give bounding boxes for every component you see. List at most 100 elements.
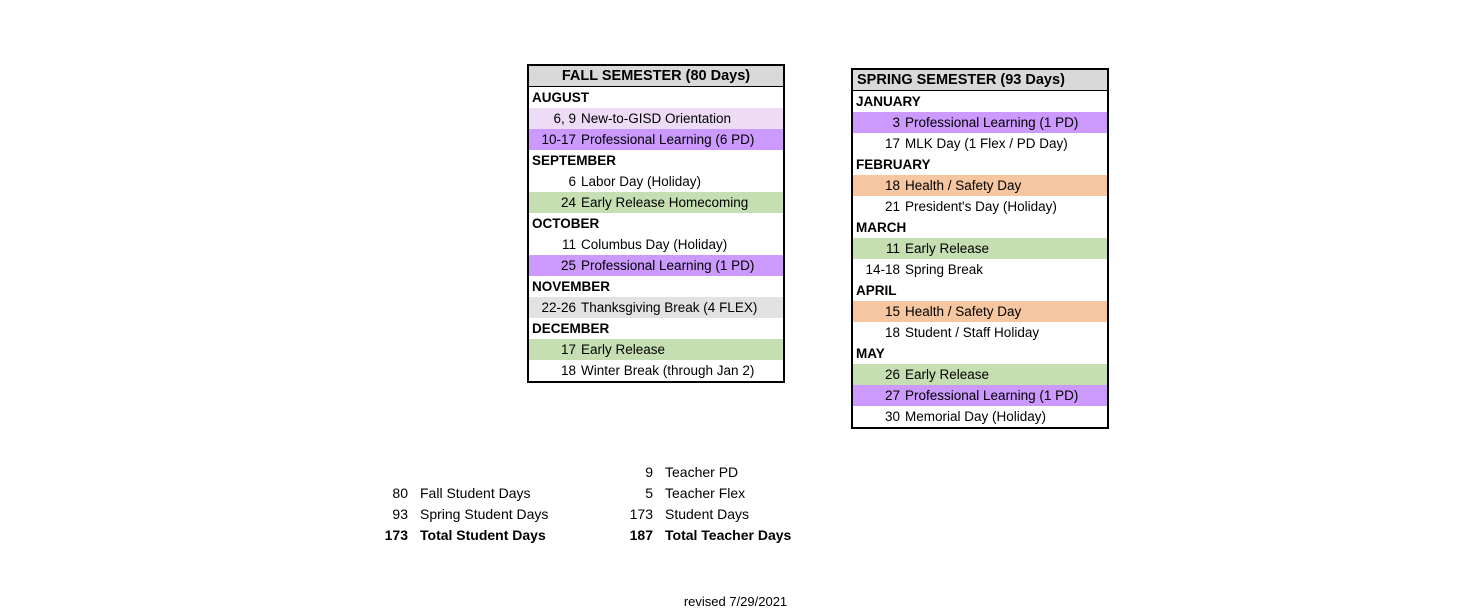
month-heading: JANUARY bbox=[853, 91, 1107, 112]
fall-semester-table: FALL SEMESTER (80 Days) AUGUST 6, 9 New-to… bbox=[527, 64, 785, 383]
summary-label: Total Teacher Days bbox=[665, 527, 792, 543]
calendar-event-row: 25 Professional Learning (1 PD) bbox=[529, 255, 783, 276]
calendar-event-row: 18 Winter Break (through Jan 2) bbox=[529, 360, 783, 381]
event-date: 6 bbox=[568, 174, 576, 189]
calendar-event-row: 18 Health / Safety Day bbox=[853, 175, 1107, 196]
summary-label: Total Student Days bbox=[420, 527, 546, 543]
event-date: 14-18 bbox=[865, 262, 900, 277]
calendar-event-row: 22-26 Thanksgiving Break (4 FLEX) bbox=[529, 297, 783, 318]
summary-label: Fall Student Days bbox=[420, 485, 531, 501]
event-date: 6, 9 bbox=[553, 111, 576, 126]
event-label: Early Release bbox=[581, 342, 666, 357]
event-date: 25 bbox=[560, 258, 576, 273]
summary-count: 173 bbox=[384, 527, 408, 543]
event-date: 17 bbox=[560, 342, 576, 357]
summary-row: 173 Total Student Days bbox=[380, 525, 580, 546]
spring-semester-table: SPRING SEMESTER (93 Days) JANUARY 3 Profes… bbox=[851, 68, 1109, 429]
calendar-event-row: 15 Health / Safety Day bbox=[853, 301, 1107, 322]
month-heading: NOVEMBER bbox=[529, 276, 783, 297]
month-heading: SEPTEMBER bbox=[529, 150, 783, 171]
summary-label: Student Days bbox=[665, 506, 750, 522]
event-date: 22-26 bbox=[541, 300, 576, 315]
calendar-event-row: 17 Early Release bbox=[529, 339, 783, 360]
calendar-event-row: 17 MLK Day (1 Flex / PD Day) bbox=[853, 133, 1107, 154]
summary-label: Spring Student Days bbox=[420, 506, 549, 522]
fall-semester-header: FALL SEMESTER (80 Days) bbox=[529, 66, 783, 87]
summary-label: Teacher Flex bbox=[665, 485, 746, 501]
summary-row: 5 Teacher Flex bbox=[625, 483, 830, 504]
event-date: 30 bbox=[884, 409, 900, 424]
month-heading: AUGUST bbox=[529, 87, 783, 108]
event-label: Professional Learning (6 PD) bbox=[581, 132, 755, 147]
event-label: Professional Learning (1 PD) bbox=[905, 115, 1079, 130]
fall-semester-rows: AUGUST 6, 9 New-to-GISD Orientation 10-17 Pr… bbox=[529, 87, 783, 381]
summary-count: 80 bbox=[392, 485, 408, 501]
calendar-event-row: 18 Student / Staff Holiday bbox=[853, 322, 1107, 343]
calendar-event-row: 6, 9 New-to-GISD Orientation bbox=[529, 108, 783, 129]
event-date: 18 bbox=[884, 325, 900, 340]
event-label: Professional Learning (1 PD) bbox=[905, 388, 1079, 403]
calendar-event-row: 14-18 Spring Break bbox=[853, 259, 1107, 280]
event-date: 18 bbox=[560, 363, 576, 378]
calendar-event-row: 10-17 Professional Learning (6 PD) bbox=[529, 129, 783, 150]
calendar-event-row: 30 Memorial Day (Holiday) bbox=[853, 406, 1107, 427]
summary-row: 173 Student Days bbox=[625, 504, 830, 525]
summary-count: 173 bbox=[629, 506, 653, 522]
summary-label: Teacher PD bbox=[665, 464, 739, 480]
calendar-event-row: 26 Early Release bbox=[853, 364, 1107, 385]
calendar-event-row: 11 Early Release bbox=[853, 238, 1107, 259]
event-label: Columbus Day (Holiday) bbox=[581, 237, 728, 252]
event-label: Early Release Homecoming bbox=[581, 195, 749, 210]
event-label: Winter Break (through Jan 2) bbox=[581, 363, 755, 378]
month-heading: APRIL bbox=[853, 280, 1107, 301]
event-date: 27 bbox=[884, 388, 900, 403]
calendar-event-row: 24 Early Release Homecoming bbox=[529, 192, 783, 213]
event-label: Health / Safety Day bbox=[905, 178, 1022, 193]
student-days-summary-column: 80 Fall Student Days 93 Spring Student Days… bbox=[380, 462, 580, 546]
event-label: Professional Learning (1 PD) bbox=[581, 258, 755, 273]
summary-row: 80 Fall Student Days bbox=[380, 483, 580, 504]
spring-semester-rows: JANUARY 3 Professional Learning (1 PD) 17 ML… bbox=[853, 91, 1107, 427]
summary-count: 93 bbox=[392, 506, 408, 522]
event-date: 18 bbox=[884, 178, 900, 193]
month-heading: FEBRUARY bbox=[853, 154, 1107, 175]
month-heading: MARCH bbox=[853, 217, 1107, 238]
calendar-event-row: 11 Columbus Day (Holiday) bbox=[529, 234, 783, 255]
event-date: 24 bbox=[560, 195, 576, 210]
event-date: 21 bbox=[884, 199, 900, 214]
event-date: 10-17 bbox=[541, 132, 576, 147]
month-heading: DECEMBER bbox=[529, 318, 783, 339]
event-label: Labor Day (Holiday) bbox=[581, 174, 702, 189]
teacher-days-summary-column: 9 Teacher PD 5 Teacher Flex 173 Student Days 1… bbox=[625, 462, 830, 546]
month-heading: OCTOBER bbox=[529, 213, 783, 234]
calendar-event-row: 6 Labor Day (Holiday) bbox=[529, 171, 783, 192]
event-date: 11 bbox=[885, 241, 900, 256]
event-label: Thanksgiving Break (4 FLEX) bbox=[581, 300, 758, 315]
summary-count: 187 bbox=[629, 527, 653, 543]
calendar-event-row: 3 Professional Learning (1 PD) bbox=[853, 112, 1107, 133]
summary-row: 93 Spring Student Days bbox=[380, 504, 580, 525]
event-date: 11 bbox=[561, 237, 576, 252]
summary-spacer bbox=[380, 462, 580, 483]
calendar-event-row: 27 Professional Learning (1 PD) bbox=[853, 385, 1107, 406]
event-label: Student / Staff Holiday bbox=[905, 325, 1040, 340]
spring-semester-header: SPRING SEMESTER (93 Days) bbox=[853, 70, 1107, 91]
event-label: Early Release bbox=[905, 241, 990, 256]
revised-date-footer: revised 7/29/2021 bbox=[683, 594, 788, 609]
event-label: Health / Safety Day bbox=[905, 304, 1022, 319]
event-label: President's Day (Holiday) bbox=[905, 199, 1057, 214]
summary-row: 9 Teacher PD bbox=[625, 462, 830, 483]
event-date: 15 bbox=[884, 304, 900, 319]
event-label: Early Release bbox=[905, 367, 990, 382]
event-label: Memorial Day (Holiday) bbox=[905, 409, 1047, 424]
event-date: 26 bbox=[884, 367, 900, 382]
event-label: MLK Day (1 Flex / PD Day) bbox=[905, 136, 1068, 151]
event-label: Spring Break bbox=[905, 262, 984, 277]
summary-count: 9 bbox=[645, 464, 653, 480]
month-heading: MAY bbox=[853, 343, 1107, 364]
event-date: 3 bbox=[892, 115, 900, 130]
summary-row: 187 Total Teacher Days bbox=[625, 525, 830, 546]
summary-count: 5 bbox=[645, 485, 653, 501]
calendar-event-row: 21 President's Day (Holiday) bbox=[853, 196, 1107, 217]
event-date: 17 bbox=[884, 136, 900, 151]
